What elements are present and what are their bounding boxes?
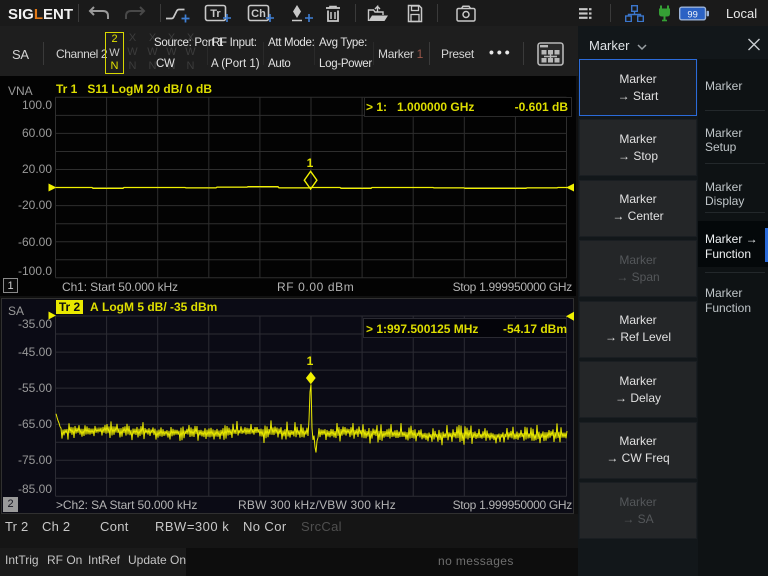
svg-text:Ch: Ch [251,8,266,20]
svg-text:1: 1 [307,156,314,170]
svg-text:1: 1 [307,354,314,368]
svg-text:Tr: Tr [210,8,221,20]
svg-text:99: 99 [687,9,697,19]
